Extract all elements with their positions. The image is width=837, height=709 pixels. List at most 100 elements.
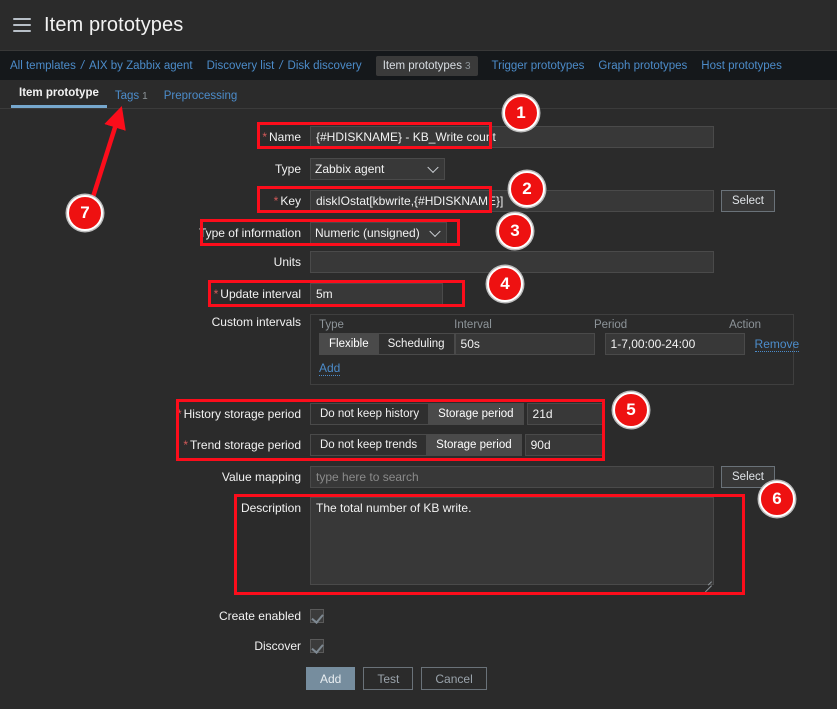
key-select-button[interactable]: Select: [721, 190, 775, 212]
field-row-units: Units: [0, 251, 714, 273]
breadcrumb-separator: /: [80, 59, 85, 72]
breadcrumb-all-templates[interactable]: All templates: [10, 60, 76, 72]
units-input[interactable]: [310, 251, 714, 273]
description-textarea[interactable]: The total number of KB write.: [310, 497, 714, 585]
field-row-trend-storage-period: * Trend storage period Do not keep trends…: [0, 434, 603, 456]
type-of-information-select[interactable]: Numeric (unsigned): [310, 222, 447, 244]
tab-preprocessing[interactable]: Preprocessing: [156, 86, 246, 108]
custom-interval-remove-link[interactable]: Remove: [754, 337, 800, 352]
custom-interval-input[interactable]: [454, 333, 595, 355]
history-storage-period-toggle: Do not keep history Storage period: [310, 403, 524, 425]
custom-intervals-col-type: Type: [319, 319, 344, 331]
required-asterisk: *: [176, 407, 182, 421]
field-row-description: Description The total number of KB write…: [0, 497, 714, 588]
trend-storage-period-button[interactable]: Storage period: [427, 434, 522, 456]
interval-type-flexible-button[interactable]: Flexible: [319, 333, 379, 355]
custom-intervals-add-link[interactable]: Add: [319, 361, 341, 376]
tab-tags[interactable]: Tags 1: [107, 86, 156, 108]
tab-tags-count: 1: [142, 91, 148, 102]
history-storage-period-button[interactable]: Storage period: [429, 403, 524, 425]
interval-type-scheduling-button[interactable]: Scheduling: [378, 333, 455, 355]
breadcrumb-discovery-list[interactable]: Discovery list: [207, 60, 275, 72]
cancel-button[interactable]: Cancel: [421, 667, 487, 690]
tab-tags-label: Tags: [114, 90, 140, 102]
breadcrumb-item-prototypes-count: 3: [464, 60, 471, 72]
hamburger-icon[interactable]: [13, 18, 31, 32]
custom-period-input[interactable]: [604, 333, 745, 355]
name-label-text: Name: [268, 130, 301, 144]
custom-intervals-col-action: Action: [729, 319, 762, 331]
form-tabs: Item prototype Tags 1 Preprocessing: [0, 80, 837, 109]
field-row-history-storage-period: * History storage period Do not keep hist…: [0, 403, 605, 425]
type-of-information-label: Type of information: [198, 226, 301, 240]
form-footer-buttons: Add Test Cancel: [306, 667, 487, 690]
trend-do-not-keep-button[interactable]: Do not keep trends: [310, 434, 428, 456]
custom-intervals-add-wrap: Add: [311, 355, 793, 376]
tab-preprocessing-label: Preprocessing: [163, 90, 238, 102]
test-button[interactable]: Test: [363, 667, 414, 690]
value-mapping-label: Value mapping: [221, 470, 301, 484]
update-interval-label-text: Update interval: [220, 287, 301, 301]
breadcrumb: All templates / AIX by Zabbix agent Disc…: [0, 51, 837, 80]
update-interval-input[interactable]: [310, 283, 443, 305]
field-row-create-enabled: Create enabled: [0, 609, 324, 623]
custom-intervals-col-period: Period: [593, 319, 628, 331]
field-row-discover: Discover: [0, 639, 324, 653]
units-label: Units: [273, 255, 301, 269]
breadcrumb-disk-discovery[interactable]: Disk discovery: [288, 60, 362, 72]
required-asterisk: *: [213, 287, 219, 301]
custom-intervals-col-interval: Interval: [454, 319, 492, 331]
tab-item-prototype-label: Item prototype: [19, 87, 99, 99]
value-mapping-select-button[interactable]: Select: [721, 466, 775, 488]
trend-storage-period-toggle: Do not keep trends Storage period: [310, 434, 522, 456]
add-button[interactable]: Add: [306, 667, 356, 690]
custom-intervals-header-row: Type Interval Period Action: [311, 315, 793, 331]
type-label: Type: [274, 162, 301, 176]
description-label: Description: [240, 501, 301, 515]
breadcrumb-graph-prototypes[interactable]: Graph prototypes: [598, 60, 687, 72]
update-interval-label: * Update interval: [0, 287, 310, 301]
breadcrumb-aix-by-zabbix-agent[interactable]: AIX by Zabbix agent: [89, 60, 193, 72]
breadcrumb-item-prototypes-label: Item prototypes: [382, 59, 462, 72]
key-label-text: Key: [280, 194, 301, 208]
field-row-update-interval: * Update interval: [0, 283, 443, 305]
discover-checkbox[interactable]: [310, 639, 324, 653]
breadcrumb-separator: /: [279, 59, 283, 72]
custom-intervals-label: Custom intervals: [211, 315, 301, 329]
breadcrumb-trigger-prototypes[interactable]: Trigger prototypes: [492, 60, 585, 72]
type-select[interactable]: Zabbix agent: [310, 158, 445, 180]
history-storage-period-label-text: History storage period: [183, 407, 301, 421]
required-asterisk: *: [262, 130, 267, 144]
create-enabled-checkbox[interactable]: [310, 609, 324, 623]
page-title: Item prototypes: [44, 13, 184, 36]
trend-storage-period-label-text: Trend storage period: [190, 438, 301, 452]
name-label: * Name: [0, 130, 310, 144]
trend-storage-period-input[interactable]: [524, 434, 603, 456]
breadcrumb-item-prototypes[interactable]: Item prototypes 3: [375, 55, 478, 76]
type-select-wrap: Zabbix agent: [310, 158, 445, 180]
history-storage-period-input[interactable]: [526, 403, 605, 425]
type-of-information-select-wrap: Numeric (unsigned): [310, 222, 447, 244]
interval-type-toggle: Flexible Scheduling: [319, 333, 455, 355]
trend-storage-period-label: * Trend storage period: [0, 438, 310, 452]
custom-intervals-table: Type Interval Period Action Flexible Sch…: [310, 314, 800, 385]
history-do-not-keep-button[interactable]: Do not keep history: [310, 403, 430, 425]
field-row-type: Type Zabbix agent: [0, 158, 445, 180]
key-input[interactable]: [310, 190, 714, 212]
table-row: Flexible Scheduling Remove: [311, 331, 800, 355]
field-row-key: *Key Select: [0, 190, 775, 212]
app-header: Item prototypes: [0, 0, 837, 51]
field-row-value-mapping: Value mapping Select: [0, 466, 775, 488]
create-enabled-label: Create enabled: [218, 609, 301, 623]
history-storage-period-label: * History storage period: [0, 407, 310, 421]
required-asterisk: *: [273, 194, 279, 208]
required-asterisk: *: [183, 438, 189, 452]
value-mapping-input[interactable]: [310, 466, 714, 488]
tab-item-prototype[interactable]: Item prototype: [11, 83, 107, 108]
discover-label: Discover: [254, 639, 301, 653]
name-input[interactable]: [310, 126, 714, 148]
key-label: * Key: [0, 194, 310, 208]
field-row-name: * Name: [0, 126, 714, 148]
breadcrumb-host-prototypes[interactable]: Host prototypes: [701, 60, 782, 72]
description-textarea-wrap: The total number of KB write.: [310, 497, 714, 588]
